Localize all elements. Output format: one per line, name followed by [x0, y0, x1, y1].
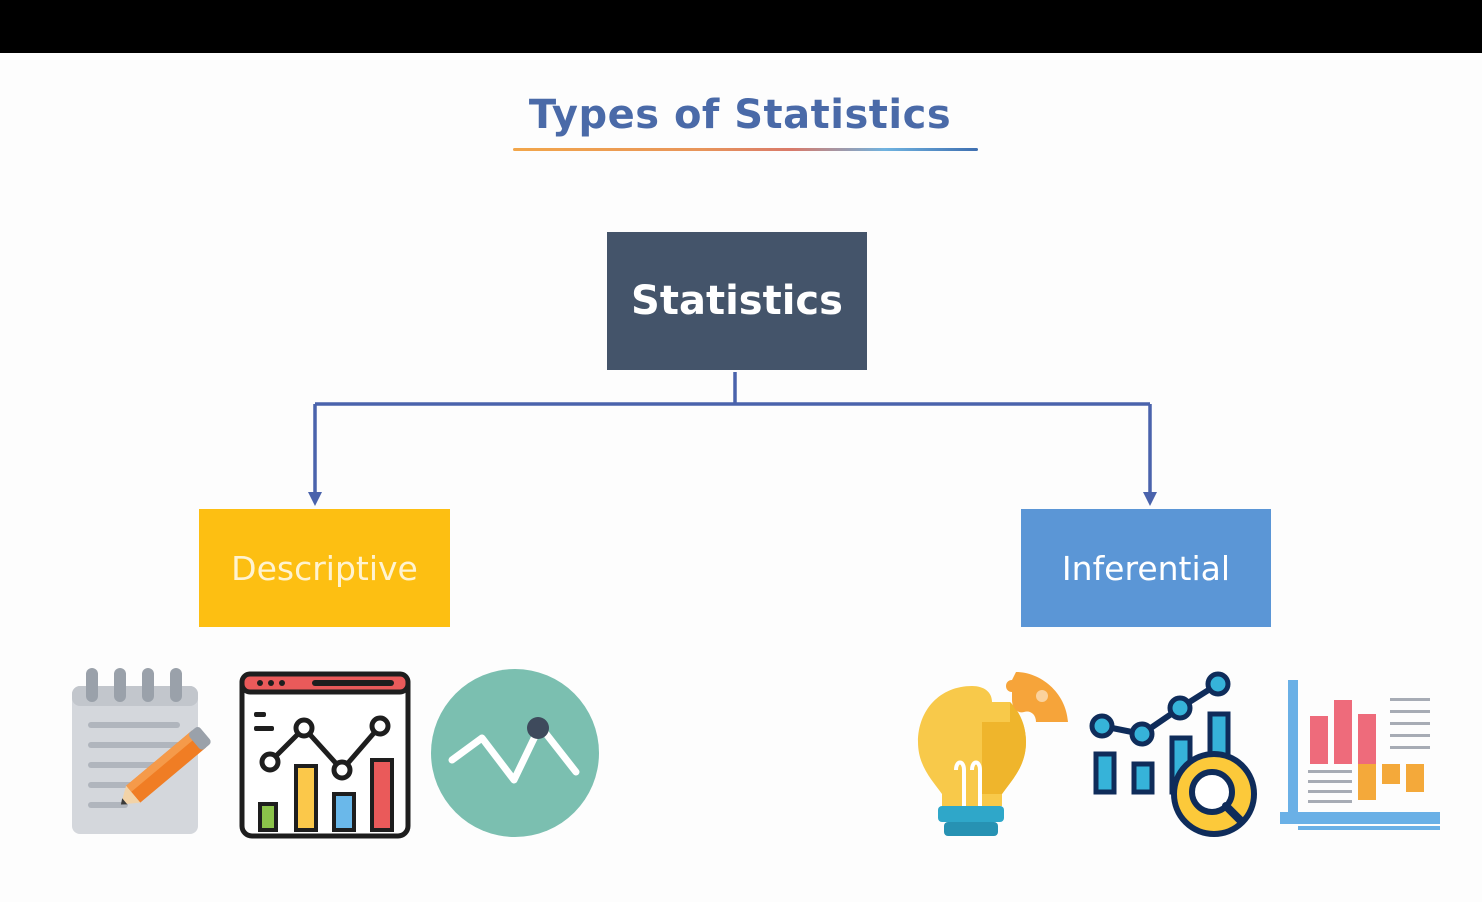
title-underline: [513, 148, 978, 151]
bar-report-icon: [1280, 680, 1440, 830]
top-black-bar: [0, 0, 1482, 53]
dashboard-chart-icon: [239, 671, 411, 839]
slide-title: Types of Statistics: [528, 92, 952, 138]
line-trend-circle-icon: [431, 669, 599, 837]
node-descriptive: Descriptive: [199, 509, 450, 627]
lightbulb-puzzle-icon: [918, 672, 1068, 836]
chart-magnifier-icon: [1089, 671, 1257, 837]
node-inferential: Inferential: [1021, 509, 1271, 627]
notepad-pencil-icon: [72, 668, 211, 834]
slide: Types of Statistics Statistics Descripti…: [0, 0, 1482, 902]
node-statistics: Statistics: [607, 232, 867, 370]
